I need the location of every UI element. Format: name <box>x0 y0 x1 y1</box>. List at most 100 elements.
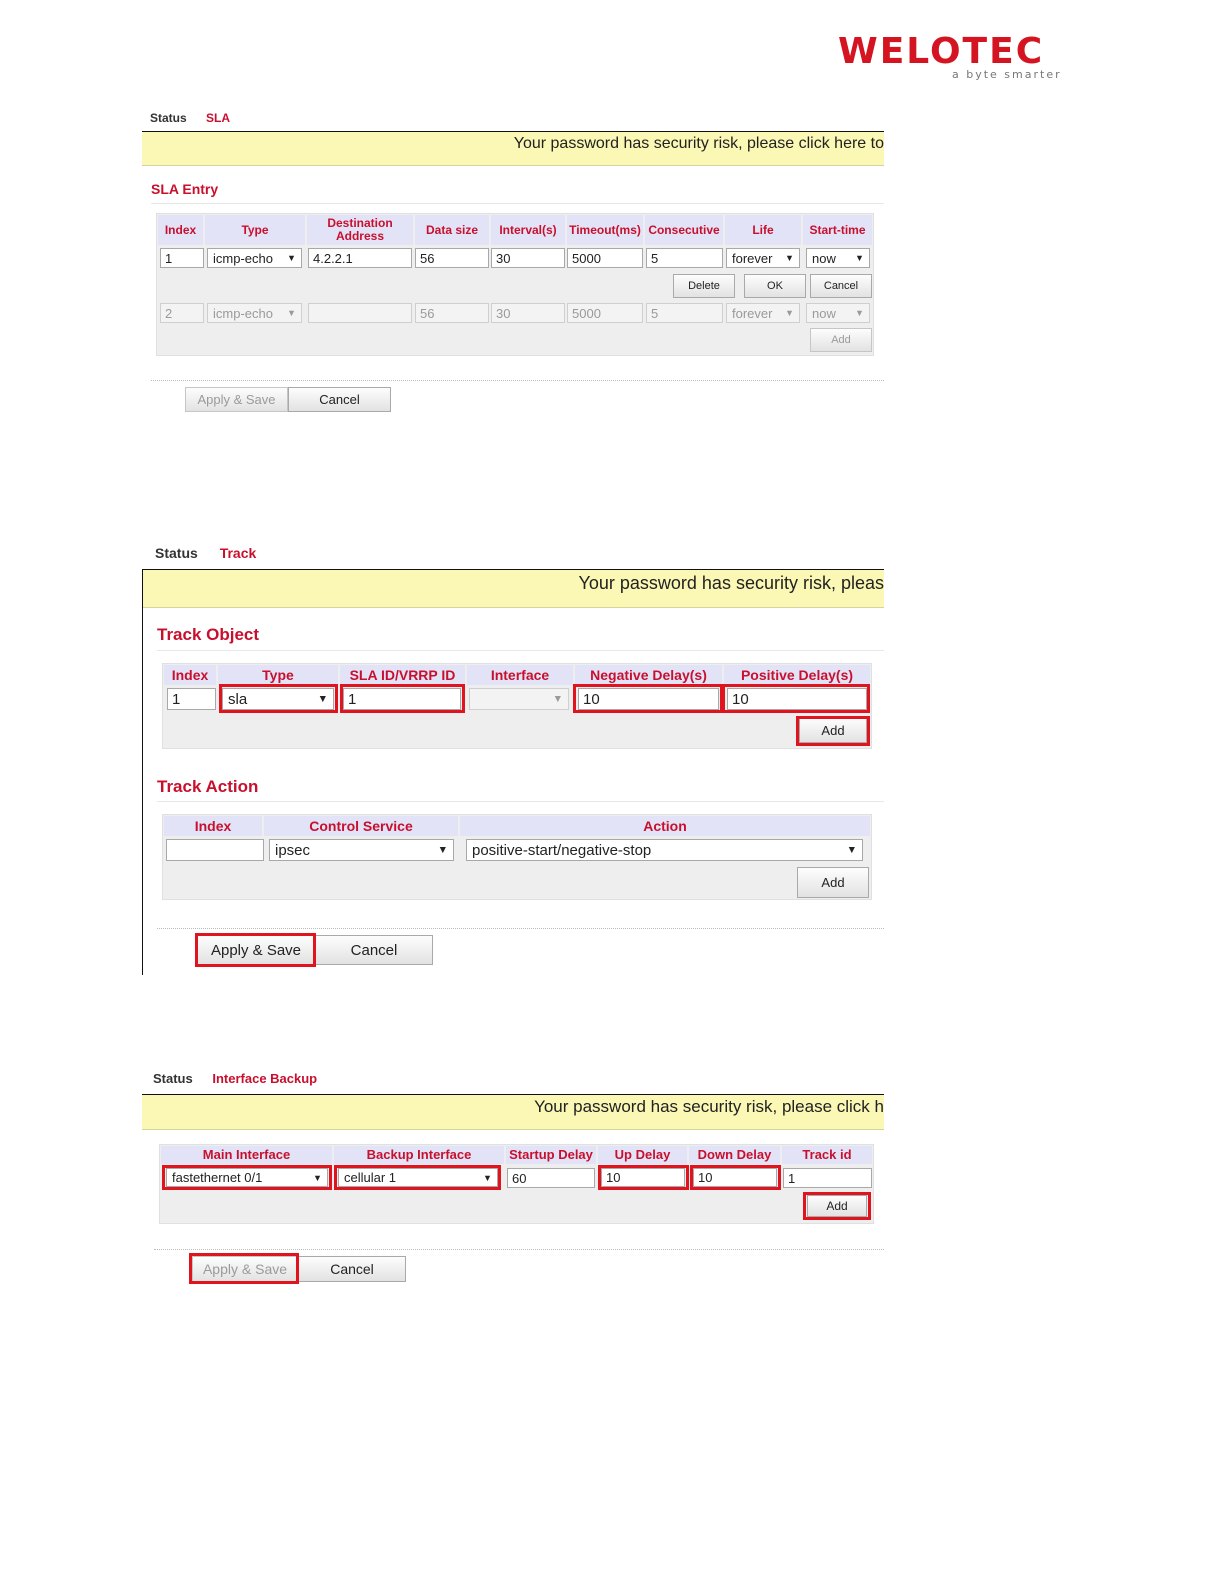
header-interface: Interface <box>467 665 573 685</box>
main-interface-select[interactable]: fastethernet 0/1 ▼ <box>166 1168 328 1187</box>
new-start-time-select[interactable]: now ▼ <box>806 303 870 323</box>
frame-border <box>142 569 143 975</box>
dropdown-arrow-icon: ▼ <box>286 253 296 263</box>
header-interval: Interval(s) <box>491 215 565 245</box>
timeout-input[interactable]: 5000 <box>567 248 643 268</box>
up-delay-input[interactable]: 10 <box>601 1168 685 1187</box>
header-sla-id: SLA ID/VRRP ID <box>340 665 465 685</box>
type-select[interactable]: sla ▼ <box>222 688 334 710</box>
start-time-select[interactable]: now ▼ <box>806 248 870 268</box>
header-down-delay: Down Delay <box>689 1146 780 1164</box>
add-track-action-button[interactable]: Add <box>797 867 869 898</box>
banner-text[interactable]: Your password has security risk, pleas <box>579 573 884 594</box>
header-index: Index <box>164 665 216 685</box>
backup-interface-select[interactable]: cellular 1 ▼ <box>338 1168 498 1187</box>
header-start-time: Start-time <box>803 215 872 245</box>
cancel-button[interactable]: Cancel <box>288 387 391 412</box>
add-button[interactable]: Add <box>810 328 872 352</box>
breadcrumb-status[interactable]: Status <box>153 1071 193 1086</box>
dropdown-arrow-icon: ▼ <box>317 693 328 705</box>
index-input[interactable]: 1 <box>160 248 204 268</box>
dropdown-arrow-icon: ▼ <box>846 844 857 856</box>
new-data-size-input[interactable]: 56 <box>415 303 489 323</box>
apply-save-button[interactable]: Apply & Save <box>197 935 315 965</box>
header-control-service: Control Service <box>264 816 458 836</box>
banner-text[interactable]: Your password has security risk, please … <box>534 1097 884 1117</box>
dropdown-arrow-icon: ▼ <box>854 308 864 318</box>
new-index-input[interactable]: 2 <box>160 303 204 323</box>
index-input[interactable]: 1 <box>167 688 216 710</box>
cancel-button[interactable]: Cancel <box>315 935 433 965</box>
positive-delay-input[interactable]: 10 <box>727 688 867 710</box>
delete-button[interactable]: Delete <box>673 274 735 298</box>
type-select[interactable]: icmp-echo ▼ <box>207 248 302 268</box>
section-title: SLA Entry <box>151 181 219 197</box>
new-timeout-input[interactable]: 5000 <box>567 303 643 323</box>
header-index: Index <box>158 215 203 245</box>
divider <box>151 203 884 204</box>
password-warning-banner[interactable]: Your password has security risk, please … <box>142 131 884 166</box>
interface-select[interactable]: ▼ <box>469 688 569 710</box>
new-life-select[interactable]: forever ▼ <box>726 303 800 323</box>
life-select[interactable]: forever ▼ <box>726 248 800 268</box>
divider <box>157 928 884 929</box>
dropdown-arrow-icon: ▼ <box>482 1172 492 1183</box>
new-life-value: forever <box>732 305 773 321</box>
negative-delay-input[interactable]: 10 <box>578 688 719 710</box>
dropdown-arrow-icon: ▼ <box>437 844 448 856</box>
row-cancel-button[interactable]: Cancel <box>810 274 872 298</box>
header-index: Index <box>164 816 262 836</box>
ok-button[interactable]: OK <box>744 274 806 298</box>
track-action-title: Track Action <box>157 777 259 796</box>
dropdown-arrow-icon: ▼ <box>286 308 296 318</box>
add-track-object-button[interactable]: Add <box>799 718 867 743</box>
action-select[interactable]: positive-start/negative-stop ▼ <box>466 839 863 861</box>
new-type-select[interactable]: icmp-echo ▼ <box>207 303 302 323</box>
welotec-logo: welotec <box>838 31 1045 72</box>
breadcrumb: Status SLA <box>150 111 230 125</box>
new-interval-input[interactable]: 30 <box>491 303 565 323</box>
destination-input[interactable]: 4.2.2.1 <box>308 248 412 268</box>
new-consecutive-input[interactable]: 5 <box>646 303 723 323</box>
data-size-input[interactable]: 56 <box>415 248 489 268</box>
new-destination-input[interactable] <box>308 303 412 323</box>
add-button[interactable]: Add <box>807 1195 867 1217</box>
start-time-value: now <box>812 250 836 266</box>
startup-delay-input[interactable]: 60 <box>507 1168 595 1188</box>
backup-interface-value: cellular 1 <box>344 1170 397 1185</box>
type-value: sla <box>228 690 248 708</box>
header-positive-delay: Positive Delay(s) <box>724 665 870 685</box>
track-object-title: Track Object <box>157 625 260 644</box>
password-warning-banner[interactable]: Your password has security risk, pleas <box>142 569 884 608</box>
interval-input[interactable]: 30 <box>491 248 565 268</box>
breadcrumb-current[interactable]: Track <box>220 545 257 561</box>
control-service-select[interactable]: ipsec ▼ <box>269 839 454 861</box>
cancel-button[interactable]: Cancel <box>298 1256 406 1282</box>
breadcrumb-status[interactable]: Status <box>150 111 187 125</box>
dropdown-arrow-icon: ▼ <box>784 253 794 263</box>
consecutive-input[interactable]: 5 <box>646 248 723 268</box>
dropdown-arrow-icon: ▼ <box>784 308 794 318</box>
action-index-input[interactable] <box>166 839 264 861</box>
banner-text[interactable]: Your password has security risk, please … <box>514 135 884 153</box>
apply-save-button[interactable]: Apply & Save <box>185 387 288 412</box>
down-delay-input[interactable]: 10 <box>693 1168 777 1187</box>
sla-id-input[interactable]: 1 <box>343 688 461 710</box>
divider <box>154 1249 884 1250</box>
apply-save-button[interactable]: Apply & Save <box>192 1256 298 1282</box>
breadcrumb-status[interactable]: Status <box>155 545 198 561</box>
breadcrumb: Status Track <box>155 545 256 561</box>
track-id-input[interactable]: 1 <box>783 1168 872 1188</box>
dropdown-arrow-icon: ▼ <box>552 693 563 705</box>
header-destination: Destination Address <box>307 215 413 245</box>
main-interface-value: fastethernet 0/1 <box>172 1170 263 1185</box>
header-timeout: Timeout(ms) <box>567 215 643 245</box>
breadcrumb-current[interactable]: Interface Backup <box>212 1071 317 1086</box>
header-backup-interface: Backup Interface <box>334 1146 504 1164</box>
divider <box>157 650 884 651</box>
header-life: Life <box>725 215 801 245</box>
new-start-time-value: now <box>812 305 836 321</box>
breadcrumb-current[interactable]: SLA <box>206 111 230 125</box>
password-warning-banner[interactable]: Your password has security risk, please … <box>142 1094 884 1130</box>
header-track-id: Track id <box>782 1146 872 1164</box>
